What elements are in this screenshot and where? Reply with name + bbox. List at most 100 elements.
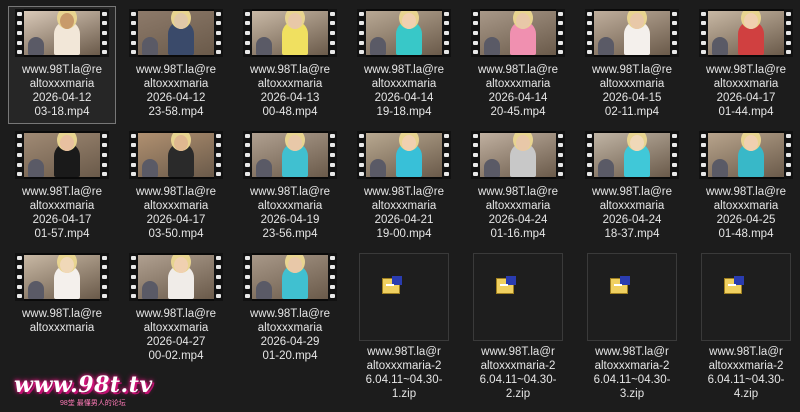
file-name-line: 02-11.mp4: [604, 106, 660, 118]
file-name-line: www.98T.la@re: [249, 64, 331, 76]
film-strip: [15, 253, 24, 301]
file-name-line: 6.04.11~04.30-: [365, 374, 443, 386]
video-file-item[interactable]: www.98T.la@re altoxxxmaria 2026-04-24 01-16…: [464, 128, 572, 246]
file-name-line: www.98T.la@re: [249, 308, 331, 320]
film-strip: [129, 253, 138, 301]
zip-file-item[interactable]: www.98T.la@r altoxxxmaria-2 6.04.11~04.30-…: [578, 250, 686, 408]
video-thumbnail: [357, 9, 451, 57]
file-name-line: 2026-04-12: [32, 92, 92, 104]
film-strip: [100, 131, 109, 179]
zip-archive-icon: [724, 276, 744, 294]
file-name-label: www.98T.la@re altoxxxmaria 2026-04-24 01-16…: [464, 185, 572, 241]
site-watermark-subtitle: 98堂 最懂男人的论坛: [60, 400, 126, 407]
file-name-label: www.98T.la@re altoxxxmaria 2026-04-14 20-45…: [464, 63, 572, 119]
file-name-line: altoxxxmaria-2: [594, 360, 670, 372]
file-name-line: www.98T.la@re: [705, 186, 787, 198]
file-name-line: altoxxxmaria-2: [708, 360, 784, 372]
file-name-label: www.98T.la@re altoxxxmaria 2026-04-12 03-18…: [8, 63, 116, 119]
film-strip: [357, 131, 366, 179]
film-strip: [556, 9, 565, 57]
film-strip: [328, 131, 337, 179]
file-name-line: www.98T.la@re: [363, 186, 445, 198]
file-name-line: www.98T.la@r: [367, 346, 441, 358]
video-thumbnail: [471, 9, 565, 57]
zip-thumbnail: [587, 253, 677, 341]
file-name-label: www.98T.la@r altoxxxmaria-2 6.04.11~04.30-…: [578, 345, 686, 401]
file-name-label: www.98T.la@re altoxxxmaria 2026-04-27 00-02…: [122, 307, 230, 363]
film-strip: [670, 9, 679, 57]
file-name-label: www.98T.la@re altoxxxmaria 2026-04-14 19-18…: [350, 63, 458, 119]
video-thumbnail: [585, 131, 679, 179]
file-name-line: altoxxxmaria: [371, 200, 437, 212]
film-strip: [15, 9, 24, 57]
file-name-label: www.98T.la@re altoxxxmaria 2026-04-25 01-48…: [692, 185, 800, 241]
zip-archive-icon: [496, 276, 516, 294]
file-name-line: 23-56.mp4: [262, 228, 318, 240]
file-name-line: 00-48.mp4: [262, 106, 318, 118]
video-file-item[interactable]: www.98T.la@re altoxxxmaria 2026-04-15 02-11…: [578, 6, 686, 124]
file-name-line: altoxxxmaria: [485, 200, 551, 212]
film-strip: [129, 131, 138, 179]
file-name-line: altoxxxmaria-2: [366, 360, 442, 372]
film-strip: [15, 131, 24, 179]
video-thumbnail: [243, 253, 337, 301]
video-file-item[interactable]: www.98T.la@re altoxxxmaria 2026-04-17 03-50…: [122, 128, 230, 246]
video-thumbnail: [129, 253, 223, 301]
video-file-item[interactable]: www.98T.la@re altoxxxmaria 2026-04-25 01-48…: [692, 128, 800, 246]
file-name-line: www.98T.la@r: [595, 346, 669, 358]
site-watermark: www.98t.tv: [14, 372, 153, 398]
film-strip: [556, 131, 565, 179]
file-name-line: altoxxxmaria: [257, 200, 323, 212]
video-file-item[interactable]: www.98T.la@re altoxxxmaria 2026-04-12 23-58…: [122, 6, 230, 124]
film-strip: [214, 253, 223, 301]
zip-archive-icon: [382, 276, 402, 294]
file-name-label: www.98T.la@re altoxxxmaria: [8, 307, 116, 363]
zip-thumbnail: [701, 253, 791, 341]
zip-thumbnail: [359, 253, 449, 341]
zip-file-item[interactable]: www.98T.la@r altoxxxmaria-2 6.04.11~04.30-…: [350, 250, 458, 408]
video-file-item[interactable]: www.98T.la@re altoxxxmaria 2026-04-21 19-00…: [350, 128, 458, 246]
file-name-line: 3.zip: [619, 388, 645, 400]
file-name-line: 2026-04-25: [716, 214, 776, 226]
file-name-line: altoxxxmaria: [713, 78, 779, 90]
video-thumbnail: [357, 131, 451, 179]
video-file-item[interactable]: www.98T.la@re altoxxxmaria 2026-04-17 01-44…: [692, 6, 800, 124]
video-file-item[interactable]: www.98T.la@re altoxxxmaria 2026-04-13 00-48…: [236, 6, 344, 124]
file-name-label: www.98T.la@re altoxxxmaria 2026-04-17 03-50…: [122, 185, 230, 241]
file-name-line: 2026-04-12: [146, 92, 206, 104]
file-name-line: 2026-04-14: [488, 92, 548, 104]
file-name-label: www.98T.la@re altoxxxmaria 2026-04-12 23-58…: [122, 63, 230, 119]
file-name-line: 19-18.mp4: [376, 106, 432, 118]
film-strip: [585, 9, 594, 57]
file-name-line: www.98T.la@re: [135, 308, 217, 320]
file-name-line: altoxxxmaria: [371, 78, 437, 90]
file-name-line: 2026-04-24: [602, 214, 662, 226]
file-name-line: 2026-04-19: [260, 214, 320, 226]
video-file-item[interactable]: www.98T.la@re altoxxxmaria 2026-04-14 20-45…: [464, 6, 572, 124]
film-strip: [471, 9, 480, 57]
file-name-line: altoxxxmaria: [257, 78, 323, 90]
file-name-line: 01-57.mp4: [34, 228, 90, 240]
file-name-line: 2026-04-27: [146, 336, 206, 348]
video-file-item[interactable]: www.98T.la@re altoxxxmaria 2026-04-29 01-20…: [236, 250, 344, 408]
file-name-line: 2026-04-29: [260, 336, 320, 348]
video-file-item[interactable]: www.98T.la@re altoxxxmaria 2026-04-17 01-57…: [8, 128, 116, 246]
video-file-item[interactable]: www.98T.la@re altoxxxmaria 2026-04-24 18-37…: [578, 128, 686, 246]
file-name-label: www.98T.la@re altoxxxmaria 2026-04-29 01-20…: [236, 307, 344, 363]
film-strip: [442, 131, 451, 179]
file-name-line: altoxxxmaria: [29, 78, 95, 90]
file-name-line: 19-00.mp4: [376, 228, 432, 240]
film-strip: [214, 9, 223, 57]
video-file-item[interactable]: www.98T.la@re altoxxxmaria 2026-04-14 19-18…: [350, 6, 458, 124]
zip-file-item[interactable]: www.98T.la@r altoxxxmaria-2 6.04.11~04.30-…: [464, 250, 572, 408]
film-strip: [100, 9, 109, 57]
video-file-item[interactable]: www.98T.la@re altoxxxmaria 2026-04-12 03-18…: [8, 6, 116, 124]
file-name-line: www.98T.la@re: [477, 64, 559, 76]
file-name-line: www.98T.la@re: [21, 308, 103, 320]
file-grid: www.98T.la@re altoxxxmaria 2026-04-12 03-18…: [8, 6, 800, 408]
video-file-item[interactable]: www.98T.la@re altoxxxmaria 2026-04-19 23-56…: [236, 128, 344, 246]
file-name-line: altoxxxmaria: [29, 200, 95, 212]
zip-file-item[interactable]: www.98T.la@r altoxxxmaria-2 6.04.11~04.30-…: [692, 250, 800, 408]
file-name-line: 2026-04-17: [716, 92, 776, 104]
file-name-line: 2026-04-17: [32, 214, 92, 226]
